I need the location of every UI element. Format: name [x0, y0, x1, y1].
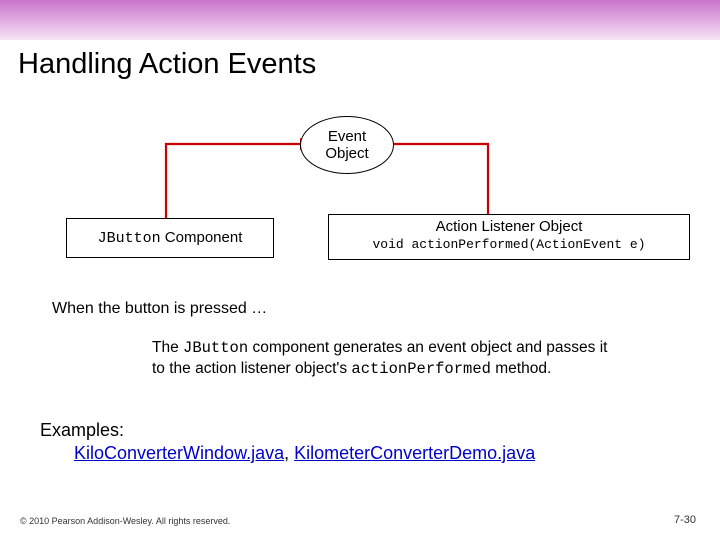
event-object-node: Event Object — [300, 116, 394, 174]
slide-title: Handling Action Events — [18, 48, 316, 81]
event-diagram: Event Object JButton Component Action Li… — [0, 100, 720, 290]
body-pre: The — [152, 339, 183, 356]
listener-signature: void actionPerformed(ActionEvent e) — [329, 237, 689, 252]
header-gradient — [0, 0, 720, 40]
body-post: method. — [491, 360, 551, 377]
jbutton-plain: Component — [161, 229, 243, 246]
body-code-jbutton: JButton — [183, 339, 248, 357]
examples-sep: , — [284, 443, 294, 463]
event-node-line1: Event — [301, 128, 393, 145]
example-link-2[interactable]: KilometerConverterDemo.java — [294, 443, 535, 463]
examples-block: Examples: KiloConverterWindow.java, Kilo… — [40, 420, 535, 464]
when-caption: When the button is pressed … — [52, 300, 267, 318]
listener-title: Action Listener Object — [329, 218, 689, 235]
body-paragraph: The JButton component generates an event… — [152, 338, 622, 380]
example-link-1[interactable]: KiloConverterWindow.java — [74, 443, 284, 463]
body-code-actionperformed: actionPerformed — [351, 360, 491, 378]
jbutton-component-box: JButton Component — [66, 218, 274, 258]
event-node-line2: Object — [301, 145, 393, 162]
action-listener-box: Action Listener Object void actionPerfor… — [328, 214, 690, 260]
copyright: © 2010 Pearson Addison-Wesley. All right… — [20, 516, 230, 526]
page-number: 7-30 — [674, 514, 696, 526]
examples-label: Examples: — [40, 420, 124, 440]
jbutton-code: JButton — [98, 230, 161, 247]
